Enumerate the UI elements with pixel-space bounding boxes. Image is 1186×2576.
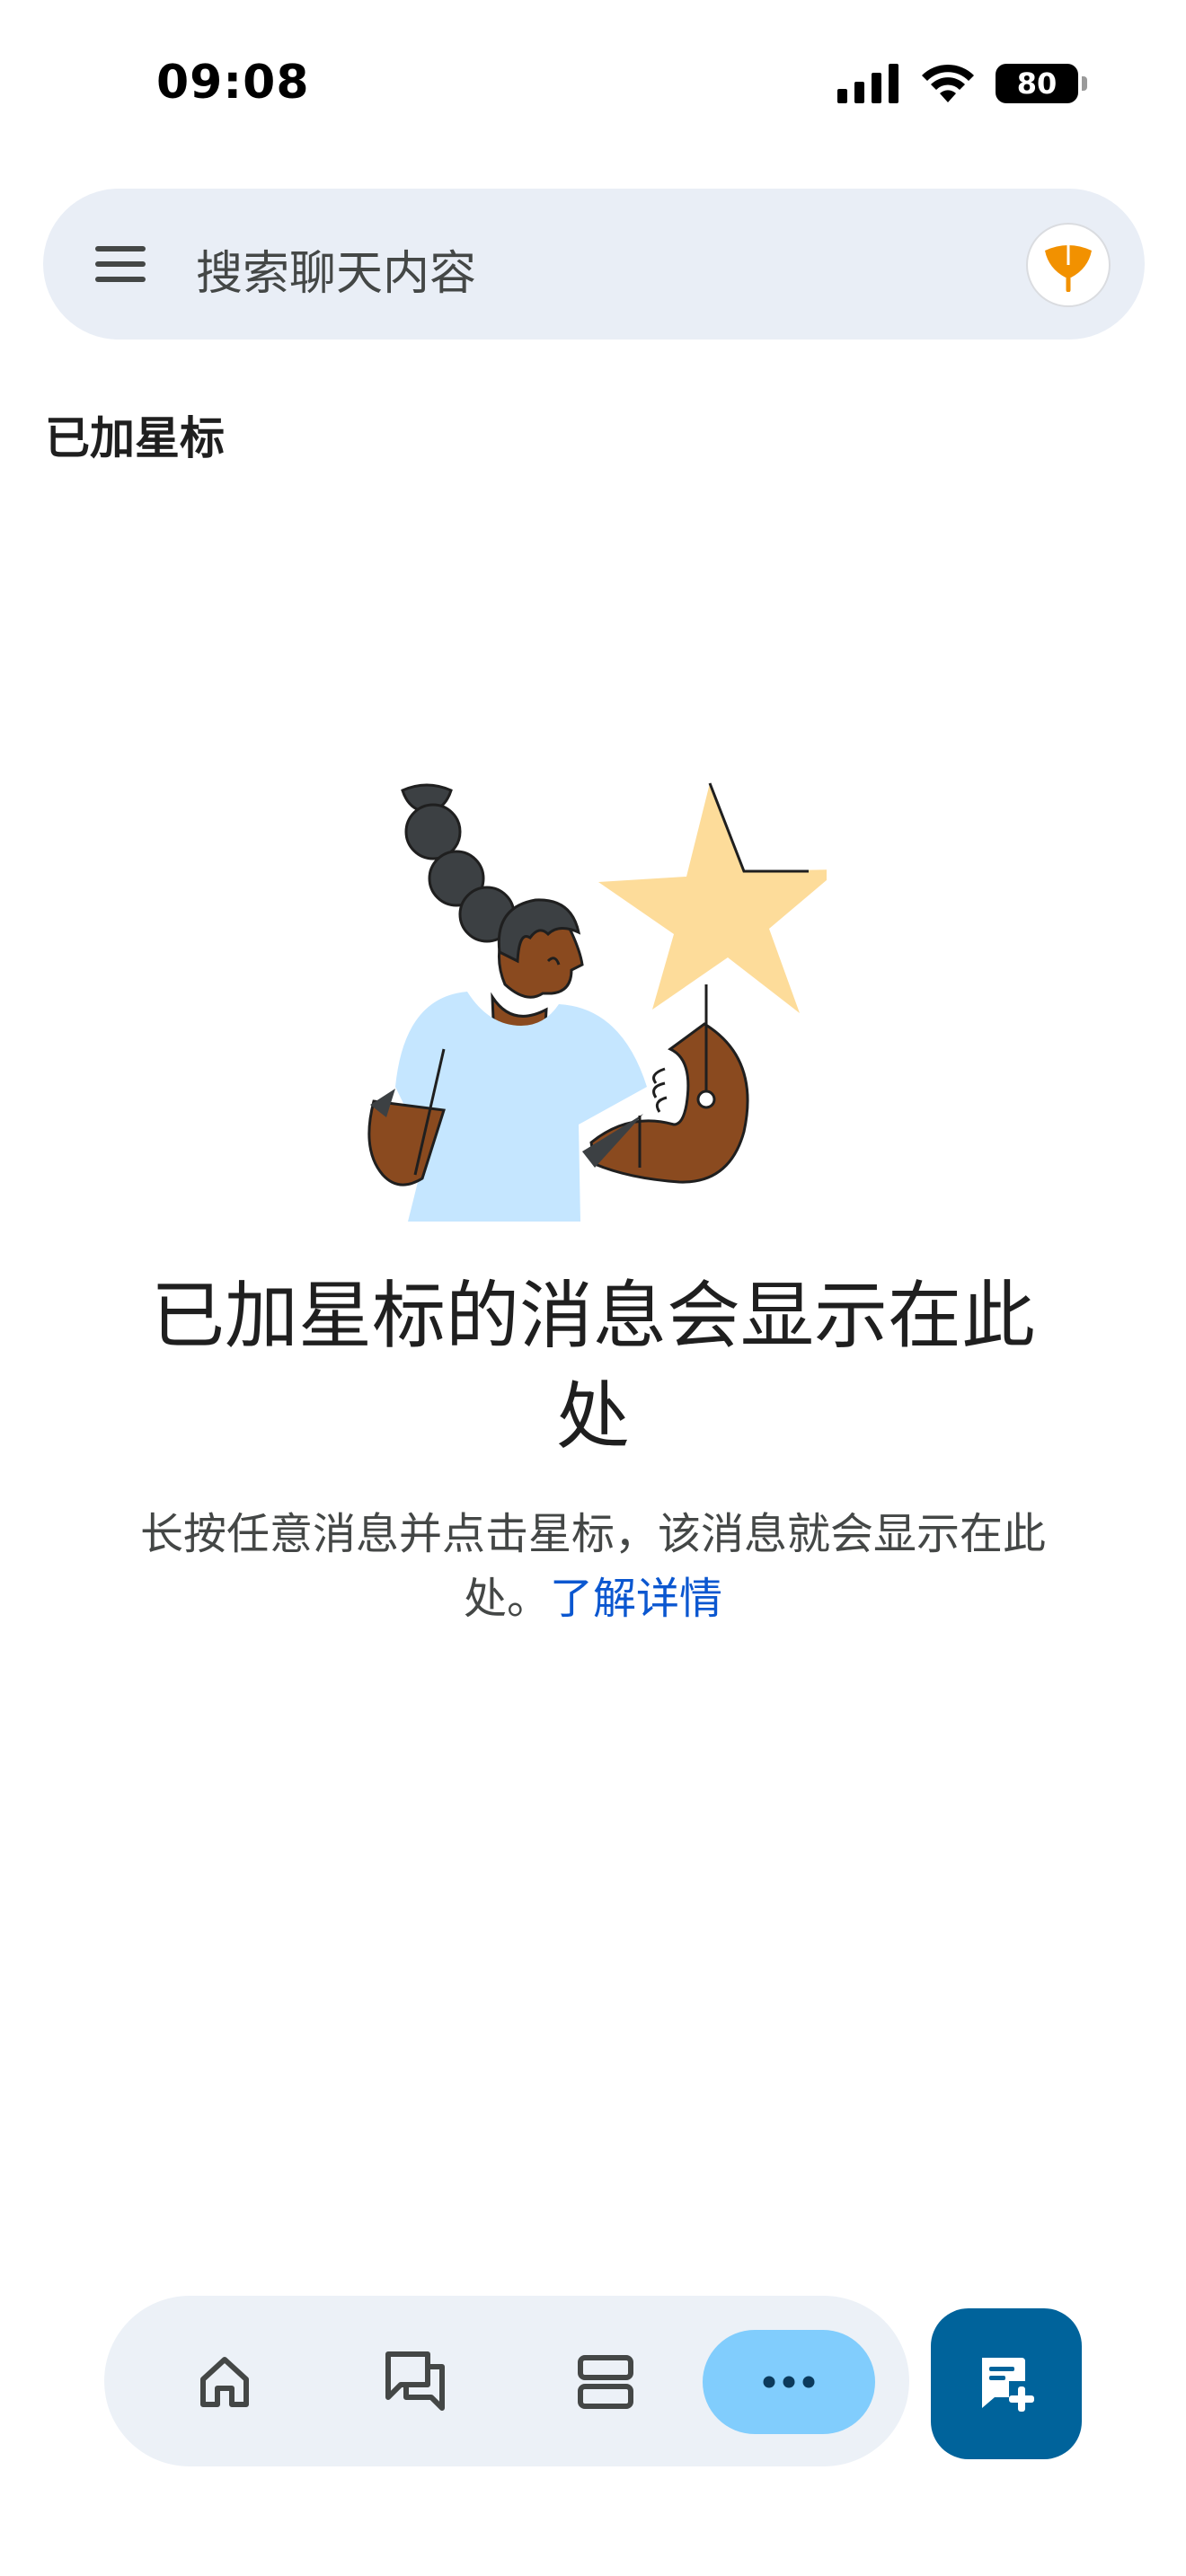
wifi-icon bbox=[922, 64, 974, 102]
status-bar: 09:08 80 bbox=[0, 0, 1186, 180]
search-input[interactable]: 搜索聊天内容 bbox=[196, 235, 476, 303]
status-time: 09:08 bbox=[156, 56, 310, 110]
status-icons: 80 bbox=[837, 63, 1087, 104]
spaces-icon bbox=[578, 2355, 633, 2409]
signal-icon bbox=[837, 64, 898, 103]
hamburger-icon[interactable] bbox=[93, 239, 147, 289]
search-bar[interactable]: 搜索聊天内容 bbox=[43, 189, 1145, 340]
new-chat-button[interactable] bbox=[931, 2308, 1082, 2459]
battery-level: 80 bbox=[1016, 66, 1058, 101]
nav-home[interactable] bbox=[180, 2336, 270, 2426]
empty-state-headline: 已加星标的消息会显示在此处 bbox=[150, 1274, 1035, 1460]
starred-illustration bbox=[367, 782, 827, 1222]
more-icon bbox=[763, 2376, 815, 2388]
nav-more[interactable] bbox=[703, 2330, 875, 2434]
battery-indicator: 80 bbox=[996, 64, 1087, 103]
nav-chat[interactable] bbox=[370, 2336, 460, 2426]
nav-spaces[interactable] bbox=[561, 2336, 651, 2426]
avatar[interactable] bbox=[1026, 223, 1111, 307]
new-chat-icon bbox=[982, 2358, 1034, 2412]
chat-icon bbox=[385, 2351, 445, 2411]
home-icon bbox=[200, 2357, 249, 2407]
ginkgo-leaf-icon bbox=[1045, 245, 1092, 292]
empty-state-description: 长按任意消息并点击星标，该消息就会显示在此处。了解详情 bbox=[135, 1502, 1051, 1631]
page-title: 已加星标 bbox=[45, 412, 225, 464]
learn-more-link[interactable]: 了解详情 bbox=[550, 1574, 722, 1624]
bottom-nav bbox=[104, 2296, 909, 2466]
